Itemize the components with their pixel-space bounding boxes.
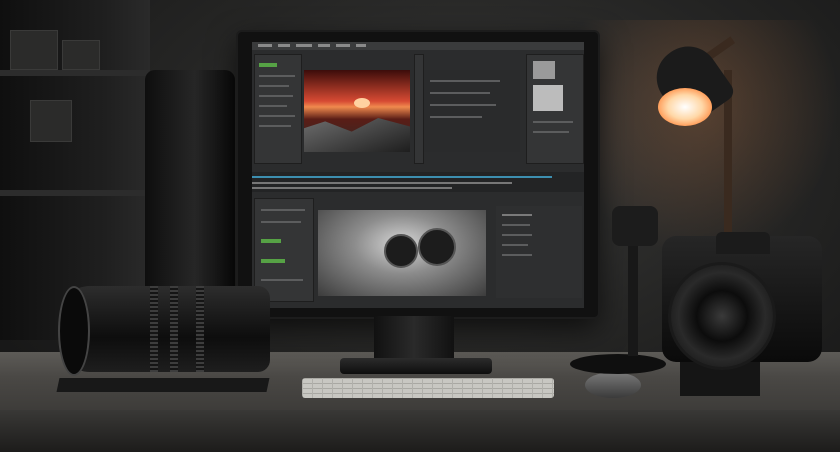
panel-highlight <box>259 63 277 67</box>
timeline-track <box>252 182 512 184</box>
timeline <box>252 172 584 192</box>
lamp-bulb-light <box>658 88 712 126</box>
menu-item <box>336 44 350 47</box>
menu-item <box>278 44 290 47</box>
panel-row <box>261 209 305 211</box>
panel-row <box>261 279 303 281</box>
keyboard <box>302 378 554 398</box>
timeline-track <box>252 187 452 189</box>
monitor <box>238 32 598 317</box>
timeline-track <box>252 176 552 178</box>
lens-focus-ring <box>150 286 158 372</box>
panel-row <box>533 121 573 123</box>
menu-item <box>318 44 330 47</box>
monitor-stand-neck <box>374 316 454 362</box>
panel-highlight <box>261 239 281 243</box>
shelf-board <box>0 190 150 196</box>
lens-shadow <box>56 378 270 392</box>
stand-pole <box>628 244 638 356</box>
lens-focus-ring <box>196 286 204 372</box>
sun-glow <box>354 98 370 108</box>
panel-row <box>430 80 500 82</box>
divider-panel <box>414 54 424 164</box>
panel-highlight <box>261 259 285 263</box>
sunset-preview-viewer <box>304 70 410 152</box>
storage-box <box>10 30 58 70</box>
monitor-stand-base <box>340 358 492 374</box>
lens-front-element <box>58 286 90 376</box>
camera-lens <box>668 262 776 370</box>
panel-row <box>502 234 532 236</box>
stand-base <box>570 354 666 374</box>
workshop-preview-viewer <box>318 210 486 296</box>
menu-item <box>258 44 272 47</box>
secondary-viewer <box>424 70 520 152</box>
mouse <box>585 372 641 398</box>
shelf-board <box>0 70 150 76</box>
thumbnail <box>533 61 555 79</box>
storage-box <box>30 100 72 142</box>
thumbnail <box>533 85 563 111</box>
menu-item <box>356 44 366 47</box>
panel-row <box>259 75 295 77</box>
panel-row <box>533 131 569 133</box>
panel-row <box>259 115 295 117</box>
lens-focus-ring <box>170 286 178 372</box>
machine-detail <box>418 228 456 266</box>
desk-edge <box>0 410 840 452</box>
machine-detail <box>384 234 418 268</box>
panel-row <box>430 116 482 118</box>
panel-row <box>502 244 528 246</box>
photo-studio-scene <box>0 0 840 452</box>
panel-row <box>502 224 530 226</box>
camera-viewfinder <box>716 232 770 254</box>
monitor-screen <box>252 42 584 308</box>
menu-item <box>296 44 312 47</box>
telephoto-lens <box>60 286 270 372</box>
panel-row <box>430 92 490 94</box>
editor-menubar <box>252 42 584 50</box>
storage-box <box>62 40 100 70</box>
panel-row <box>259 125 291 127</box>
panel-row <box>261 221 301 223</box>
panel-row <box>259 95 293 97</box>
panel-row <box>502 214 532 216</box>
panel-row <box>430 104 496 106</box>
panel-row <box>259 85 289 87</box>
right-properties-panel <box>526 54 584 164</box>
left-tools-panel <box>254 54 302 164</box>
bottom-right-panel <box>496 206 582 298</box>
landscape-rocks <box>304 118 410 152</box>
panel-row <box>502 254 532 256</box>
small-camera-head <box>612 206 658 246</box>
panel-row <box>259 105 287 107</box>
